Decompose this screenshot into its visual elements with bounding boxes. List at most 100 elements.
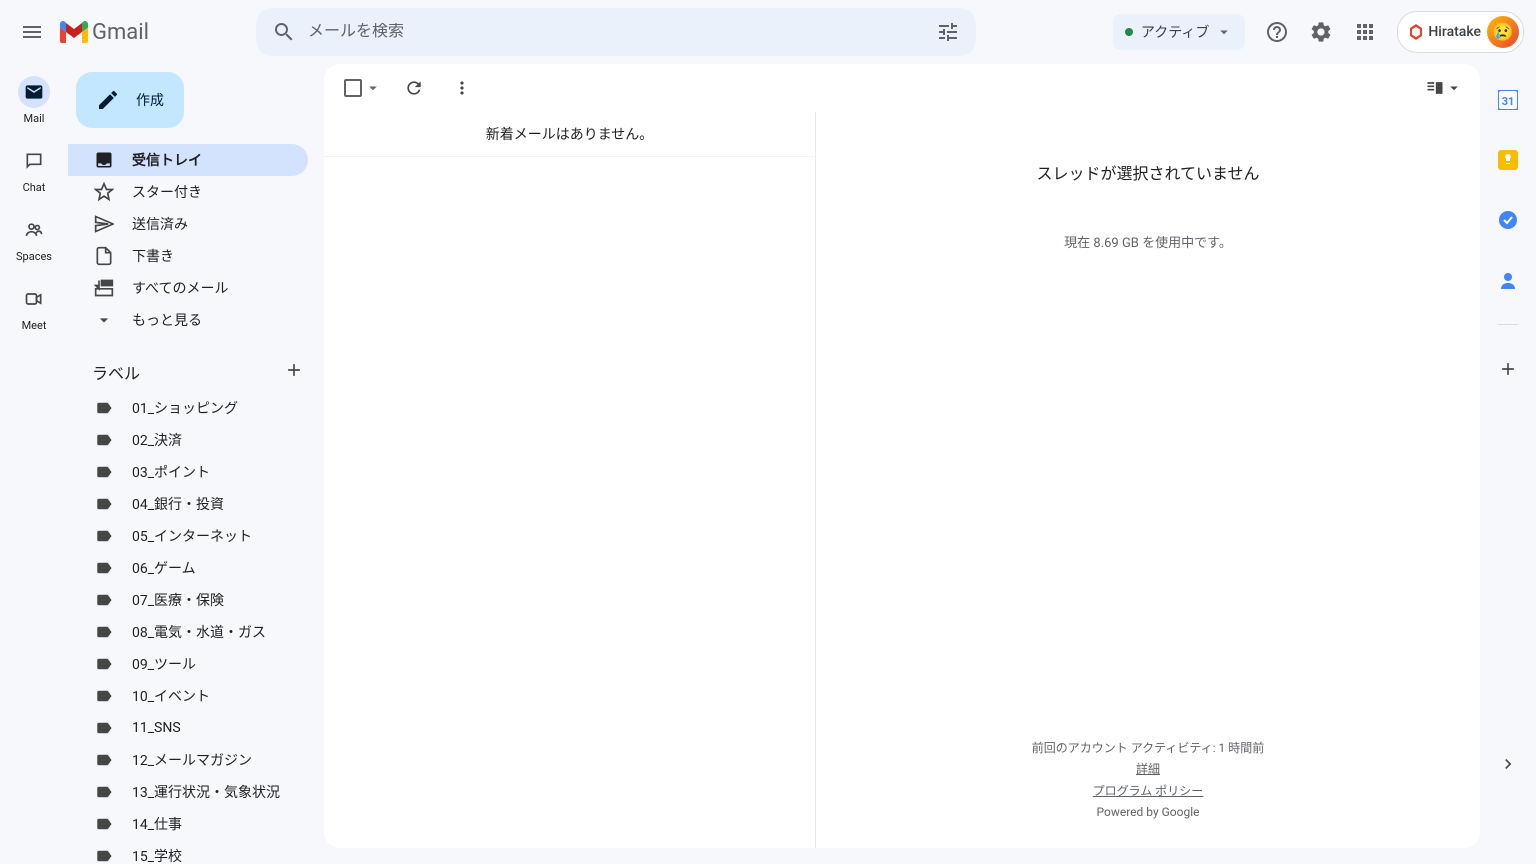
label-item[interactable]: 13_運行状況・気象状況 bbox=[68, 776, 308, 808]
details-link[interactable]: 詳細 bbox=[1032, 759, 1265, 781]
label-text: 06_ゲーム bbox=[132, 558, 196, 578]
rail-item-spaces[interactable]: Spaces bbox=[0, 210, 68, 279]
app-name: Gmail bbox=[88, 20, 149, 45]
header: Gmail アクティブ bbox=[0, 0, 1536, 64]
contacts-icon bbox=[1498, 270, 1518, 290]
label-item[interactable]: 04_銀行・投資 bbox=[68, 488, 308, 520]
more-button[interactable] bbox=[442, 68, 482, 108]
label-icon bbox=[95, 687, 113, 705]
nav-more[interactable]: もっと見る bbox=[68, 304, 308, 336]
label-item[interactable]: 12_メールマガジン bbox=[68, 744, 308, 776]
label-icon bbox=[95, 719, 113, 737]
avatar: 😢 bbox=[1487, 16, 1519, 48]
tasks-addon[interactable] bbox=[1488, 200, 1528, 240]
search-button[interactable] bbox=[260, 8, 308, 56]
label-item[interactable]: 05_インターネット bbox=[68, 520, 308, 552]
nav-drafts[interactable]: 下書き bbox=[68, 240, 308, 272]
label-item[interactable]: 14_仕事 bbox=[68, 808, 308, 840]
nav-label: すべてのメール bbox=[132, 278, 228, 298]
rail-label: Mail bbox=[24, 112, 45, 125]
label-icon bbox=[95, 655, 113, 673]
keep-icon bbox=[1498, 150, 1518, 170]
search-box bbox=[256, 8, 976, 56]
label-icon bbox=[95, 463, 113, 481]
pencil-icon bbox=[96, 88, 120, 112]
label-icon bbox=[95, 399, 113, 417]
nav-label: 受信トレイ bbox=[132, 150, 202, 170]
allmail-icon bbox=[94, 278, 114, 298]
chevron-right-icon bbox=[1498, 754, 1518, 774]
label-text: 11_SNS bbox=[132, 720, 181, 736]
split-toggle-button[interactable] bbox=[1424, 68, 1464, 108]
gmail-logo[interactable]: Gmail bbox=[56, 20, 149, 45]
rail-item-meet[interactable]: Meet bbox=[0, 279, 68, 348]
meet-icon bbox=[24, 289, 44, 309]
policy-link[interactable]: プログラム ポリシー bbox=[1032, 781, 1265, 803]
sidebar: 作成 受信トレイ スター付き 送信済み 下書き すべてのメール bbox=[68, 64, 324, 864]
nav-label: スター付き bbox=[132, 182, 202, 202]
message-list-pane: 新着メールはありません。 bbox=[324, 112, 816, 848]
label-text: 14_仕事 bbox=[132, 814, 182, 834]
label-item[interactable]: 02_決済 bbox=[68, 424, 308, 456]
label-text: 09_ツール bbox=[132, 654, 196, 674]
storage-info: 現在 8.69 GB を使用中です。 bbox=[1064, 232, 1232, 251]
draft-icon bbox=[94, 246, 114, 266]
send-icon bbox=[94, 214, 114, 234]
label-text: 02_決済 bbox=[132, 430, 182, 450]
label-icon bbox=[95, 783, 113, 801]
rail-item-mail[interactable]: Mail bbox=[0, 72, 68, 141]
apps-grid-icon bbox=[1353, 20, 1377, 44]
label-item[interactable]: 08_電気・水道・ガス bbox=[68, 616, 308, 648]
main-content: 新着メールはありません。 スレッドが選択されていません 現在 8.69 GB を… bbox=[324, 64, 1480, 848]
label-text: 15_学校 bbox=[132, 846, 182, 864]
chevron-down-icon bbox=[364, 79, 382, 97]
label-icon bbox=[95, 591, 113, 609]
org-logo-icon bbox=[1408, 24, 1424, 40]
keep-addon[interactable] bbox=[1488, 140, 1528, 180]
chevron-down-icon bbox=[1445, 79, 1463, 97]
search-input[interactable] bbox=[308, 23, 924, 41]
no-thread-message: スレッドが選択されていません bbox=[1036, 160, 1259, 184]
settings-button[interactable] bbox=[1301, 12, 1341, 52]
label-item[interactable]: 07_医療・保険 bbox=[68, 584, 308, 616]
search-options-button[interactable] bbox=[924, 8, 972, 56]
tune-icon bbox=[936, 20, 960, 44]
gear-icon bbox=[1309, 20, 1333, 44]
label-item[interactable]: 10_イベント bbox=[68, 680, 308, 712]
label-item[interactable]: 11_SNS bbox=[68, 712, 308, 744]
nav-inbox[interactable]: 受信トレイ bbox=[68, 144, 308, 176]
label-icon bbox=[95, 623, 113, 641]
split-pane-icon bbox=[1425, 78, 1445, 98]
hide-side-panel-button[interactable] bbox=[1488, 744, 1528, 784]
select-all-checkbox[interactable] bbox=[340, 75, 386, 101]
profile-name: Hiratake bbox=[1428, 24, 1481, 40]
plus-icon bbox=[1498, 359, 1518, 379]
label-item[interactable]: 09_ツール bbox=[68, 648, 308, 680]
add-label-button[interactable] bbox=[284, 360, 304, 384]
get-addons-button[interactable] bbox=[1488, 349, 1528, 389]
refresh-button[interactable] bbox=[394, 68, 434, 108]
calendar-addon[interactable]: 31 bbox=[1488, 80, 1528, 120]
apps-button[interactable] bbox=[1345, 12, 1385, 52]
label-item[interactable]: 03_ポイント bbox=[68, 456, 308, 488]
label-icon bbox=[95, 751, 113, 769]
label-item[interactable]: 06_ゲーム bbox=[68, 552, 308, 584]
main-menu-button[interactable] bbox=[8, 8, 56, 56]
spaces-icon bbox=[24, 220, 44, 240]
label-item[interactable]: 15_学校 bbox=[68, 840, 308, 864]
label-icon bbox=[95, 815, 113, 833]
empty-list-message: 新着メールはありません。 bbox=[324, 112, 815, 157]
powered-by: Powered by Google bbox=[1032, 802, 1265, 824]
label-item[interactable]: 01_ショッピング bbox=[68, 392, 308, 424]
contacts-addon[interactable] bbox=[1488, 260, 1528, 300]
nav-allmail[interactable]: すべてのメール bbox=[68, 272, 308, 304]
nav-starred[interactable]: スター付き bbox=[68, 176, 308, 208]
compose-button[interactable]: 作成 bbox=[76, 72, 184, 128]
status-selector[interactable]: アクティブ bbox=[1113, 14, 1245, 50]
mail-icon bbox=[24, 82, 44, 102]
rail-item-chat[interactable]: Chat bbox=[0, 141, 68, 210]
nav-sent[interactable]: 送信済み bbox=[68, 208, 308, 240]
plus-icon bbox=[284, 360, 304, 380]
support-button[interactable] bbox=[1257, 12, 1297, 52]
account-button[interactable]: Hiratake 😢 bbox=[1397, 11, 1524, 53]
